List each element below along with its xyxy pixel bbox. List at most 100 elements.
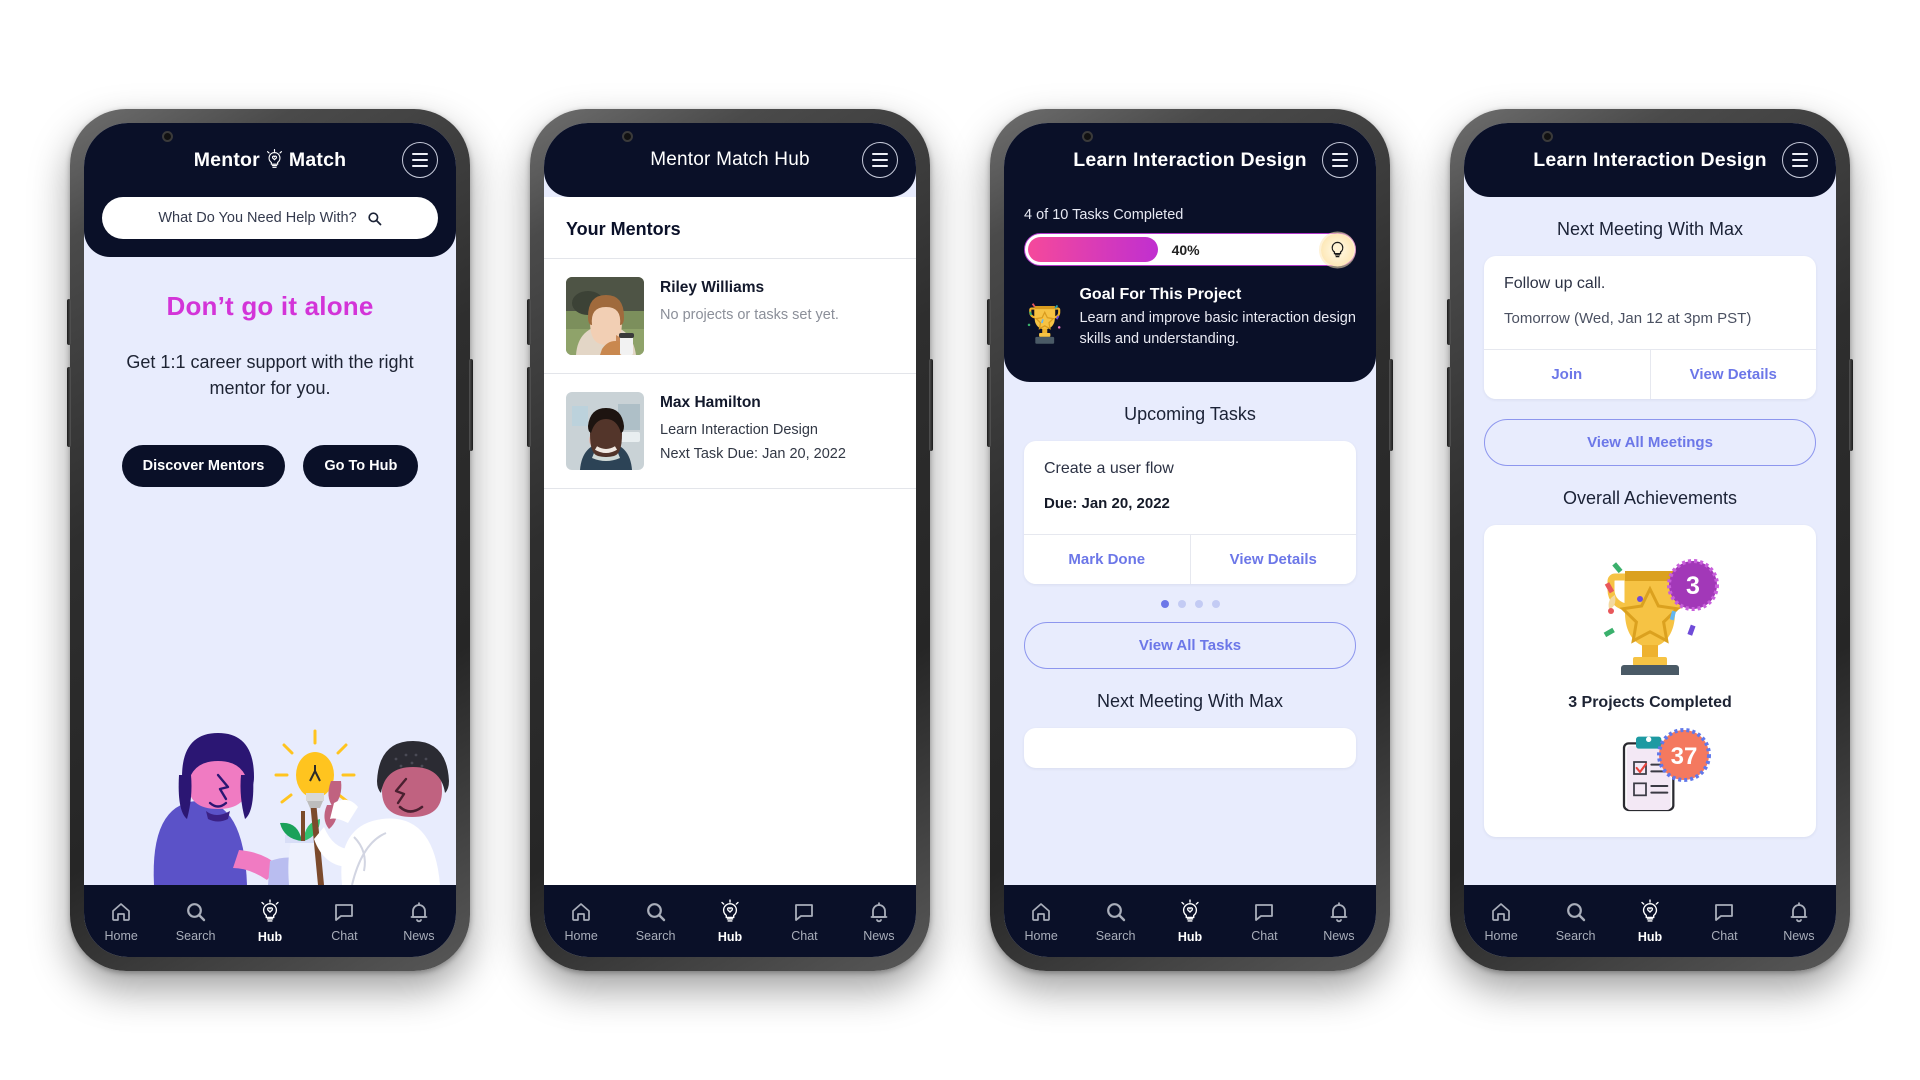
two-people-with-lightbulb-and-plant-illustration [153, 729, 449, 885]
carousel-dot[interactable] [1194, 600, 1203, 608]
nav-label: Search [1555, 928, 1596, 943]
carousel-dot[interactable] [1177, 600, 1186, 608]
bottom-navigation-3: Home Search Hub Chat News [1004, 885, 1376, 957]
mark-done-button[interactable]: Mark Done [1024, 535, 1190, 584]
page-title: Mentor Match Hub [650, 149, 810, 170]
screen-hub: Mentor Match Hub Your Mentors Riley Will… [544, 123, 916, 957]
nav-label: Search [1095, 928, 1136, 943]
search-icon [646, 902, 665, 921]
nav-item-chat[interactable]: Chat [767, 900, 841, 943]
badge-value: 37 [1671, 743, 1698, 770]
nav-item-search[interactable]: Search [1078, 900, 1152, 943]
carousel-dots[interactable] [1004, 584, 1376, 622]
join-button[interactable]: Join [1484, 350, 1650, 399]
search-icon [1566, 902, 1585, 921]
nav-label: Home [564, 928, 598, 943]
discover-mentors-button[interactable]: Discover Mentors [121, 445, 286, 488]
progress-bar[interactable]: 40% [1024, 233, 1356, 266]
search-input[interactable]: What Do You Need Help With? [102, 197, 438, 239]
hamburger-menu-icon[interactable] [1782, 142, 1818, 178]
search-placeholder: What Do You Need Help With? [158, 210, 357, 226]
go-to-hub-button[interactable]: Go To Hub [303, 445, 419, 488]
nav-item-hub[interactable]: Hub [1153, 898, 1227, 944]
nav-label: Hub [257, 929, 283, 944]
home-icon [1492, 902, 1511, 921]
nav-label: Home [104, 928, 138, 943]
nav-label: Chat [791, 928, 818, 943]
mentor-next-task: Next Task Due: Jan 20, 2022 [660, 446, 846, 462]
avatar [566, 392, 644, 470]
nav-item-home[interactable]: Home [84, 900, 158, 943]
list-item[interactable]: Max Hamilton Learn Interaction Design Ne… [544, 374, 916, 488]
progress-fill [1028, 237, 1158, 262]
nav-label: News [403, 928, 435, 943]
logo-text-left: Mentor [193, 148, 260, 171]
nav-item-hub[interactable]: Hub [233, 898, 307, 944]
list-item[interactable]: Riley Williams No projects or tasks set … [544, 259, 916, 373]
nav-item-chat[interactable]: Chat [1687, 900, 1761, 943]
goal-section: Goal For This Project Learn and improve … [1024, 266, 1356, 360]
search-icon [186, 902, 205, 921]
lightbulb-heart-icon [266, 149, 282, 168]
nav-item-home[interactable]: Home [1464, 900, 1538, 943]
screen-meetings: Learn Interaction Design Next Meeting Wi… [1464, 123, 1836, 957]
home-icon [112, 902, 131, 921]
bell-icon [870, 901, 888, 922]
nav-item-chat[interactable]: Chat [307, 900, 381, 943]
app-header-2: Mentor Match Hub [544, 123, 916, 197]
nav-item-hub[interactable]: Hub [693, 898, 767, 944]
nav-label: Chat [331, 928, 358, 943]
mentor-status: No projects or tasks set yet. [660, 307, 839, 323]
nav-label: Chat [1711, 928, 1738, 943]
nav-label: News [1323, 928, 1355, 943]
nav-label: Home [1024, 928, 1058, 943]
hamburger-menu-icon[interactable] [402, 142, 438, 178]
page-title: Learn Interaction Design [1533, 148, 1767, 171]
carousel-dot[interactable] [1160, 600, 1169, 608]
mentor-project: Learn Interaction Design [660, 422, 818, 438]
hamburger-menu-icon[interactable] [1322, 142, 1358, 178]
view-all-tasks-button[interactable]: View All Tasks [1024, 622, 1356, 669]
carousel-dot[interactable] [1211, 600, 1220, 608]
nav-item-search[interactable]: Search [1538, 900, 1612, 943]
phone-3: Learn Interaction Design 4 of 10 Tasks C… [987, 109, 1393, 971]
badge-value: 3 [1686, 572, 1700, 600]
goal-text: Learn and improve basic interaction desi… [1079, 310, 1356, 347]
project-body: 4 of 10 Tasks Completed 40% Goal For Thi… [1004, 197, 1376, 885]
nav-item-home[interactable]: Home [1004, 900, 1078, 943]
project-progress-panel: 4 of 10 Tasks Completed 40% Goal For Thi… [1004, 197, 1376, 382]
nav-item-news[interactable]: News [842, 900, 916, 943]
search-icon [367, 211, 382, 225]
bulb-icon [1181, 898, 1199, 922]
nav-item-chat[interactable]: Chat [1227, 900, 1301, 943]
nav-item-news[interactable]: News [382, 900, 456, 943]
phone-1: Mentor Match What Do You Need Help With?… [67, 109, 473, 971]
bell-icon [410, 901, 428, 922]
nav-item-news[interactable]: News [1762, 900, 1836, 943]
bottom-navigation-4: Home Search Hub Chat News [1464, 885, 1836, 957]
hamburger-menu-icon[interactable] [862, 142, 898, 178]
home-icon [572, 902, 591, 921]
nav-label: Home [1484, 928, 1518, 943]
chat-icon [795, 903, 814, 921]
view-all-meetings-button[interactable]: View All Meetings [1484, 419, 1816, 466]
bulb-icon [261, 898, 279, 922]
nav-item-search[interactable]: Search [158, 900, 232, 943]
achievements-card: 3 3 Projects Completed 37 [1484, 525, 1816, 837]
nav-label: News [1783, 928, 1815, 943]
nav-item-home[interactable]: Home [544, 900, 618, 943]
task-card: Create a user flow Due: Jan 20, 2022 Mar… [1024, 441, 1356, 584]
view-details-button[interactable]: View Details [1189, 535, 1356, 584]
nav-item-search[interactable]: Search [618, 900, 692, 943]
phone-4: Learn Interaction Design Next Meeting Wi… [1447, 109, 1853, 971]
page-title: Don’t go it alone [166, 291, 374, 321]
nav-item-news[interactable]: News [1302, 900, 1376, 943]
bottom-navigation-1: Home Search Hub Chat News [84, 885, 456, 957]
divider [544, 488, 916, 489]
meeting-card-partial [1024, 728, 1356, 768]
hub-body: Your Mentors Riley Williams No projects … [544, 197, 916, 885]
view-details-button[interactable]: View Details [1649, 350, 1816, 399]
home-icon [1032, 902, 1051, 921]
app-header-4: Learn Interaction Design [1464, 123, 1836, 197]
nav-item-hub[interactable]: Hub [1613, 898, 1687, 944]
